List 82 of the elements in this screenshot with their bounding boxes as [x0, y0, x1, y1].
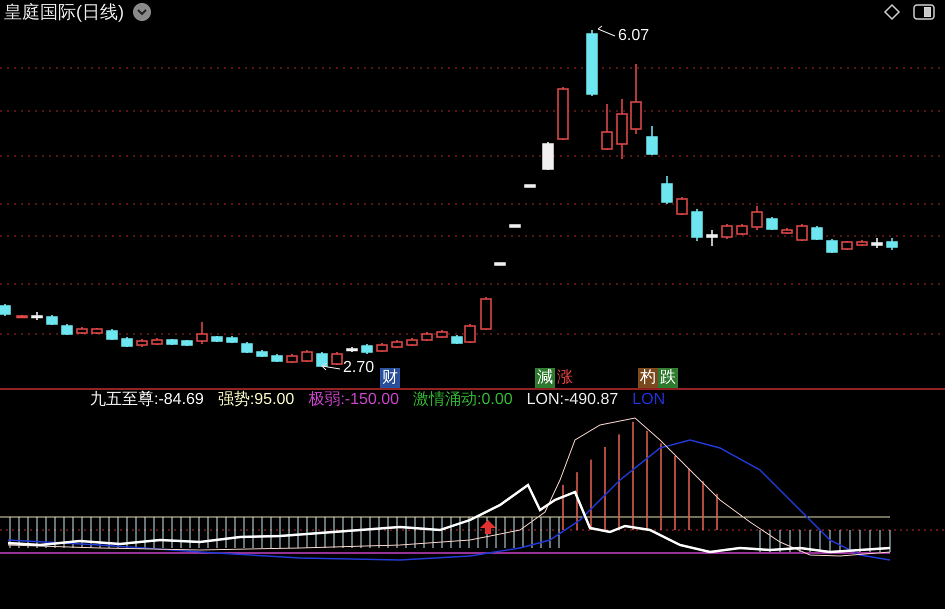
diamond-icon[interactable] [883, 3, 901, 21]
candlestick [524, 184, 536, 188]
signal-text: 涨 [556, 368, 574, 388]
candlestick [316, 352, 328, 367]
candlestick [211, 336, 223, 342]
candlestick [226, 336, 238, 343]
candlestick [181, 340, 193, 346]
candlestick [616, 99, 628, 159]
toggle-icon[interactable] [913, 4, 935, 20]
candlestick [391, 340, 403, 348]
candlestick [421, 332, 433, 341]
candlestick [331, 352, 343, 365]
legend-label: 强势: [218, 392, 254, 408]
candlestick [106, 329, 118, 340]
candlestick [766, 217, 778, 230]
legend-label: LON [632, 392, 666, 408]
legend-value: 0.00 [482, 392, 513, 408]
candlestick [751, 206, 763, 230]
price-label: 6.07 [618, 28, 650, 44]
candlestick [721, 224, 733, 239]
candlestick [361, 344, 373, 354]
candlestick [16, 315, 28, 318]
legend-value: -150.00 [344, 392, 400, 408]
candlestick [61, 324, 73, 335]
legend-value: -490.87 [564, 392, 618, 408]
candlestick [301, 350, 313, 362]
candlestick [601, 104, 613, 150]
candlestick [346, 347, 358, 352]
candlestick [691, 209, 703, 241]
candlestick [557, 87, 569, 140]
chart-title: 皇庭国际(日线) [4, 3, 124, 21]
candlestick [406, 338, 418, 346]
candlestick [856, 240, 868, 246]
price-label: 2.70 [343, 360, 374, 376]
up-arrow-icon [480, 520, 496, 534]
candlestick [630, 64, 642, 134]
candlestick [136, 339, 148, 347]
candlestick [841, 241, 853, 250]
candlestick [871, 238, 883, 248]
signal-tag: 财 [380, 368, 400, 388]
candlestick [661, 176, 673, 204]
candlestick [166, 339, 178, 345]
candlestick [480, 297, 492, 330]
candlestick [886, 238, 898, 250]
legend-label: LON: [526, 392, 564, 408]
signal-tag: 杓 [638, 368, 658, 388]
legend-label: 极弱: [308, 392, 345, 408]
candlestick [256, 350, 268, 357]
legend-label: 九五至尊: [90, 392, 158, 408]
legend-label: 激情涌动: [413, 392, 482, 408]
candlestick [796, 224, 808, 241]
candlestick [646, 126, 658, 155]
candlestick [241, 342, 253, 353]
leader-line [598, 26, 616, 36]
candlestick [676, 197, 688, 215]
signal-tag: 跌 [658, 368, 678, 388]
candlestick [31, 312, 43, 320]
candlestick [46, 315, 58, 325]
legend-value: 95.00 [254, 392, 294, 408]
leader-line [322, 362, 340, 370]
candlestick [706, 230, 718, 246]
candlestick [542, 142, 554, 170]
candlestick [781, 228, 793, 234]
candlestick [586, 30, 598, 96]
candlestick [151, 338, 163, 345]
candlestick [271, 354, 283, 362]
candlestick [121, 337, 133, 347]
candlestick [811, 226, 823, 240]
candlestick [376, 343, 388, 352]
legend-value: -84.69 [158, 392, 204, 408]
candlestick [509, 224, 521, 228]
candlestick [826, 239, 838, 253]
signal-tag: 減 [535, 368, 555, 388]
candlestick [736, 224, 748, 235]
candlestick [91, 328, 103, 334]
chevron-down-icon[interactable] [132, 2, 152, 22]
candlestick [76, 327, 88, 334]
candlestick [494, 262, 506, 266]
candlestick [0, 304, 11, 316]
candlestick [196, 322, 208, 344]
candlestick [286, 354, 298, 363]
candlestick [436, 330, 448, 338]
